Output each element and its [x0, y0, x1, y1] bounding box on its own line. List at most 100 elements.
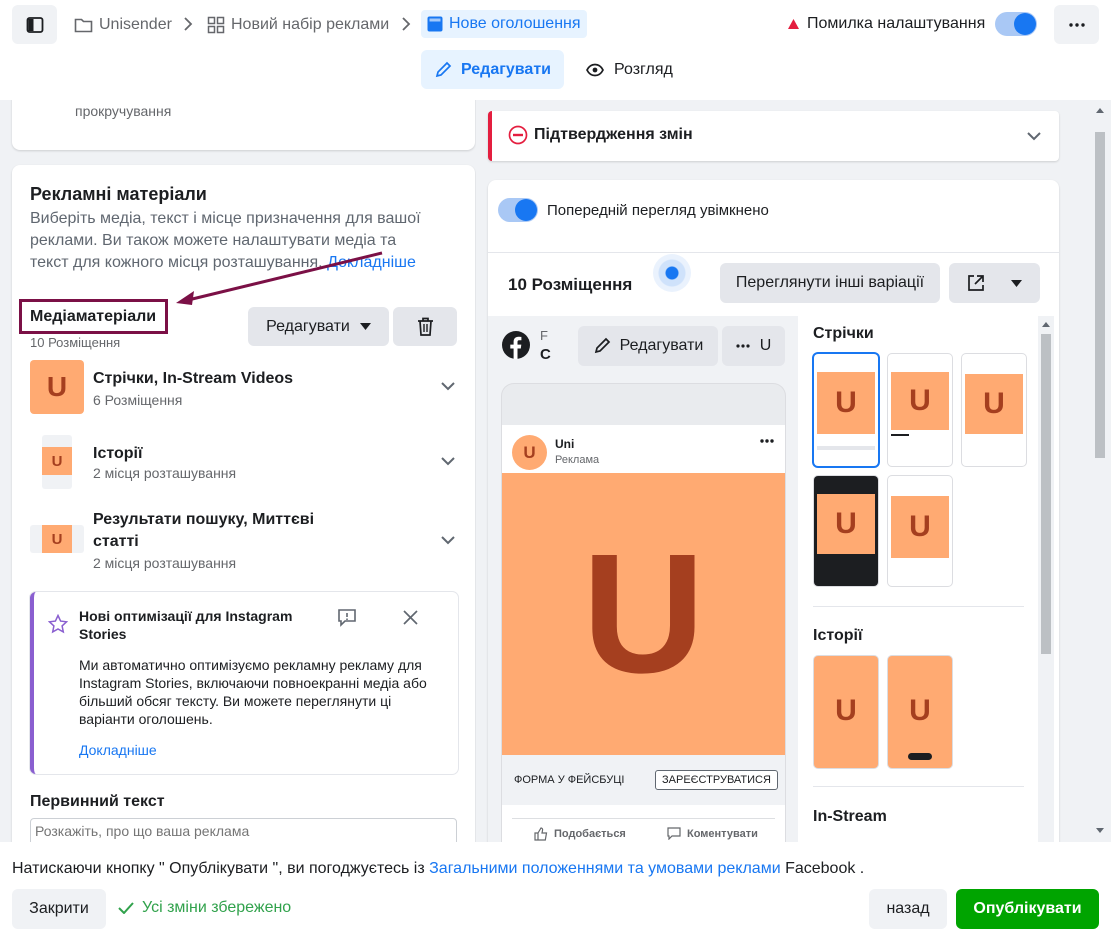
- previous-section-card: прокручування: [12, 100, 475, 150]
- back-button[interactable]: назад: [869, 889, 947, 929]
- close-button[interactable]: Закрити: [12, 889, 106, 929]
- phone-mockup: U Uni Реклама U ФОРМА У ФЕЙСБУЦІ ЗАРЕЄСТ…: [502, 384, 785, 842]
- placement-group-search[interactable]: U Результати пошуку, Миттєві статті 2 мі…: [12, 500, 475, 580]
- post-sponsored: Реклама: [555, 454, 600, 466]
- error-status-label: Помилка налаштування: [807, 15, 986, 32]
- group-subtitle: 2 місця розташування: [93, 465, 237, 481]
- chevron-down-icon: [441, 457, 455, 466]
- back-label: назад: [886, 900, 930, 917]
- notice-learn-more-link[interactable]: Докладніше: [79, 742, 157, 758]
- group-subtitle: 2 місця розташування: [93, 555, 237, 571]
- placement-thumb-marketplace[interactable]: U: [962, 354, 1026, 466]
- error-circle-icon: [508, 125, 528, 145]
- page-avatar: U: [512, 435, 547, 470]
- sidebar-toggle-button[interactable]: [12, 5, 57, 44]
- footer: Натискаючи кнопку " Опублікувати ", ви п…: [0, 842, 1111, 938]
- preview-more-button[interactable]: U: [722, 326, 785, 366]
- placement-thumb-ig-feed[interactable]: U: [888, 354, 952, 466]
- more-options-button[interactable]: [1054, 5, 1099, 44]
- post-form-label: ФОРМА У ФЕЙСБУЦІ: [514, 774, 625, 786]
- other-variations-button[interactable]: Переглянути інші варіації: [720, 263, 940, 303]
- media-delete-button[interactable]: [393, 307, 457, 346]
- notice-body: Ми автоматично оптимізуємо рекламну рекл…: [79, 657, 427, 727]
- publish-label: Опублікувати: [973, 900, 1082, 917]
- post-like-button[interactable]: Подобається: [534, 827, 626, 841]
- ad-post: U Uni Реклама U ФОРМА У ФЕЙСБУЦІ ЗАРЕЄСТ…: [502, 425, 785, 842]
- tab-edit[interactable]: Редагувати: [421, 50, 564, 89]
- thumbs-up-icon: [534, 827, 548, 841]
- placement-thumb-ig-stories[interactable]: U: [888, 656, 952, 768]
- feedback-icon[interactable]: [337, 608, 357, 627]
- group-thumbnail: U: [30, 525, 84, 553]
- top-bar: Unisender Новий набір реклами Нове оголо…: [0, 0, 1111, 100]
- notice-title-line2: Stories: [79, 626, 127, 642]
- media-label: Медіаматеріали: [30, 308, 157, 325]
- scrollbar-thumb[interactable]: [1041, 334, 1051, 654]
- close-label: Закрити: [29, 900, 89, 917]
- page-initial: F: [540, 328, 548, 343]
- breadcrumb-adset[interactable]: Новий набір реклами: [207, 12, 389, 38]
- post-comment-button[interactable]: Коментувати: [667, 827, 758, 840]
- preview-toggle[interactable]: [498, 198, 538, 222]
- section-instream-title: In-Stream: [813, 808, 887, 825]
- pencil-icon: [594, 337, 610, 354]
- preview-scrollbar[interactable]: [1092, 100, 1108, 842]
- more-icon[interactable]: [760, 439, 774, 443]
- placement-thumb-video-feed[interactable]: U: [814, 476, 878, 586]
- section-stories-title: Історії: [813, 627, 863, 644]
- status-toggle[interactable]: [995, 12, 1037, 36]
- placement-thumb-explore[interactable]: U: [888, 476, 952, 586]
- notice-title: Нові оптимізації для Instagram: [79, 608, 293, 624]
- terms-suffix: Facebook .: [785, 860, 865, 877]
- preview-panel: Підтвердження змін Попередній перегляд у…: [476, 100, 1111, 842]
- placements-scrollbar[interactable]: [1038, 316, 1054, 842]
- media-edit-dropdown-button[interactable]: Редагувати: [248, 307, 389, 346]
- placement-group-feeds[interactable]: U Стрічки, In-Stream Videos 6 Розміщення: [12, 353, 475, 423]
- facebook-icon: [502, 331, 530, 359]
- placements-title: 10 Розміщення: [508, 275, 633, 294]
- other-variations-label: Переглянути інші варіації: [735, 274, 925, 291]
- chevron-down-icon: [441, 382, 455, 391]
- post-cta-bar: ФОРМА У ФЕЙСБУЦІ ЗАРЕЄСТРУВАТИСЯ: [502, 755, 785, 805]
- scrollbar-thumb[interactable]: [1095, 132, 1105, 458]
- preview-edit-button[interactable]: Редагувати: [578, 326, 718, 366]
- placement-thumb-fb-stories[interactable]: U: [814, 656, 878, 768]
- post-cta-button[interactable]: ЗАРЕЄСТРУВАТИСЯ: [655, 770, 778, 790]
- group-title-line2: статті: [93, 533, 139, 550]
- chevron-right-icon: [402, 17, 411, 31]
- terms-link[interactable]: Загальними положеннями та умовами реклам…: [429, 860, 781, 877]
- preview-card: Попередній перегляд увімкнено 10 Розміще…: [488, 180, 1059, 842]
- folder-icon: [74, 18, 93, 33]
- confirm-changes-title: Підтвердження змін: [534, 126, 693, 143]
- loading-indicator: [653, 254, 691, 292]
- breadcrumb-label: Нове оголошення: [449, 15, 581, 32]
- confirm-changes-card[interactable]: Підтвердження змін: [488, 111, 1059, 161]
- saved-status: Усі зміни збережено: [142, 899, 292, 916]
- scroll-down-icon: [1096, 828, 1104, 833]
- breadcrumb-ad[interactable]: Нове оголошення: [421, 10, 587, 38]
- primary-text-input[interactable]: [30, 818, 457, 842]
- chevron-right-icon: [184, 17, 193, 31]
- page-initial-2: C: [540, 346, 551, 363]
- post-image: U: [502, 473, 785, 755]
- external-link-icon: [968, 275, 984, 291]
- chevron-down-icon: [1027, 132, 1041, 141]
- more-icon: [736, 344, 750, 348]
- preview-more-label: U: [759, 337, 772, 354]
- close-icon[interactable]: [403, 610, 418, 625]
- placement-thumb-fb-feed[interactable]: U: [814, 354, 878, 466]
- caret-down-icon: [359, 323, 371, 330]
- eye-icon: [586, 63, 604, 76]
- creative-title: Рекламні матеріали: [30, 184, 207, 204]
- annotation-arrow: [176, 251, 383, 305]
- group-title: Історії: [93, 445, 143, 462]
- section-divider: [813, 606, 1024, 607]
- checkmark-icon: [118, 902, 134, 914]
- placement-group-stories[interactable]: U Історії 2 місця розташування: [12, 428, 475, 494]
- share-dropdown-button[interactable]: [949, 263, 1040, 303]
- tab-review[interactable]: Розгляд: [580, 50, 690, 89]
- more-icon: [1068, 22, 1085, 27]
- publish-button[interactable]: Опублікувати: [956, 889, 1099, 929]
- preview-toggle-label: Попередній перегляд увімкнено: [547, 202, 769, 219]
- breadcrumb-campaign[interactable]: Unisender: [74, 12, 172, 38]
